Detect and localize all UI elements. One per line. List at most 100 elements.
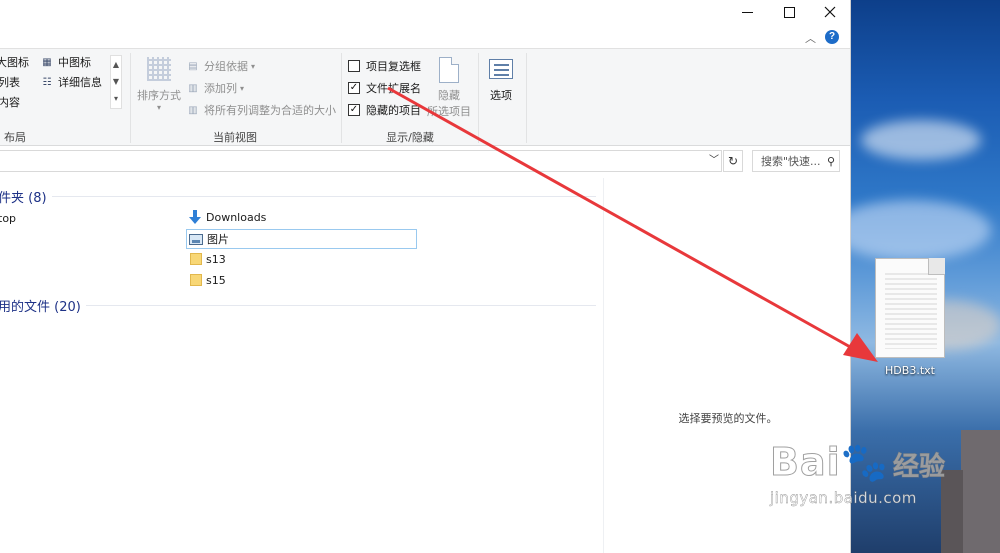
item-checkboxes-label: 项目复选框 xyxy=(366,60,421,73)
baidu-jingyan-watermark: Bai🐾 经验 jingyan.baidu.com xyxy=(770,440,995,550)
options-label: 选项 xyxy=(490,89,512,102)
options-icon xyxy=(489,59,513,79)
group-heading-divider xyxy=(52,196,596,197)
maximize-icon xyxy=(783,6,795,18)
hide-selected-button[interactable]: 隐藏 所选项目 xyxy=(425,57,473,119)
minimize-button[interactable] xyxy=(726,0,768,24)
layout-list-label: 列表 xyxy=(0,76,20,89)
selected-items-label: 所选项目 xyxy=(427,105,471,118)
item-checkboxes-checkbox[interactable] xyxy=(348,60,360,72)
watermark-logo: Bai xyxy=(770,440,841,485)
sort-by-icon xyxy=(147,57,171,81)
size-all-columns-button[interactable]: ▥ 将所有列调整为合适的大小 xyxy=(186,101,336,119)
address-bar[interactable] xyxy=(0,150,722,172)
add-columns-dropdown-icon: ▾ xyxy=(240,83,245,93)
pictures-label: 图片 xyxy=(207,233,229,246)
show-hide-group-label: 显示/隐藏 xyxy=(386,131,434,144)
folder-s15-label: s15 xyxy=(206,273,226,287)
hide-label: 隐藏 xyxy=(438,89,460,102)
add-columns-button[interactable]: ▥ 添加列 ▾ xyxy=(186,79,244,97)
downloads-label: Downloads xyxy=(206,210,267,224)
watermark-logo-tail: 经验 xyxy=(892,452,945,483)
preview-message: 选择要预览的文件。 xyxy=(678,412,778,425)
group-divider xyxy=(341,53,342,143)
folder-icon xyxy=(190,274,202,286)
options-button[interactable]: 选项 xyxy=(484,59,518,103)
size-columns-icon: ▥ xyxy=(188,104,198,116)
sort-by-button[interactable]: 排序方式 ▾ xyxy=(136,57,182,112)
refresh-icon: ↻ xyxy=(727,154,739,168)
pictures-icon xyxy=(189,233,203,245)
close-button[interactable] xyxy=(809,0,850,24)
address-history-chevron-icon[interactable]: ﹀ xyxy=(706,152,722,170)
recent-files-heading[interactable]: 用的文件 (20) xyxy=(0,296,81,315)
layout-list[interactable]: 列表 xyxy=(0,73,20,91)
title-bar xyxy=(0,0,850,26)
layout-gallery-scroll[interactable]: ▲ ▼ ▾ xyxy=(110,55,122,109)
group-heading-divider xyxy=(86,305,596,306)
maximize-button[interactable] xyxy=(768,0,810,24)
search-placeholder: 搜索"快速... xyxy=(761,155,821,168)
folder-item-s13[interactable]: s13 xyxy=(190,249,226,269)
layout-details[interactable]: ☷ 详细信息 xyxy=(40,73,102,91)
file-extensions-toggle[interactable]: ✓ 文件扩展名 xyxy=(348,79,421,97)
group-by-label: 分组依据 xyxy=(204,60,248,73)
layout-content[interactable]: 内容 xyxy=(0,93,20,111)
size-all-columns-label: 将所有列调整为合适的大小 xyxy=(204,104,336,117)
sort-by-label: 排序方式 xyxy=(137,89,181,102)
folder-s13-label: s13 xyxy=(206,252,226,266)
layout-details-label: 详细信息 xyxy=(58,76,102,89)
layout-large-icons[interactable]: 大图标 xyxy=(0,53,29,71)
collapse-ribbon-chevron-icon[interactable]: ︿ xyxy=(805,30,816,46)
group-by-dropdown-icon: ▾ xyxy=(251,61,256,71)
refresh-button[interactable]: ↻ xyxy=(723,150,743,172)
ribbon-help-bar: ︿ ? xyxy=(790,28,850,46)
current-view-group-label: 当前视图 xyxy=(213,131,257,144)
text-file-icon xyxy=(875,258,945,358)
minimize-icon xyxy=(741,11,753,13)
desktop-file-label: HDB3.txt xyxy=(885,364,935,377)
file-extensions-checkbox[interactable]: ✓ xyxy=(348,82,360,94)
hidden-items-checkbox[interactable]: ✓ xyxy=(348,104,360,116)
hidden-items-label: 隐藏的项目 xyxy=(366,104,421,117)
pictures-item[interactable]: 图片 xyxy=(186,229,417,249)
medium-icons-icon: ▦ xyxy=(42,56,52,68)
gallery-expand-icon[interactable]: ▾ xyxy=(111,90,121,107)
group-by-button[interactable]: ▤ 分组依据 ▾ xyxy=(186,57,255,75)
scroll-down-icon[interactable]: ▼ xyxy=(111,73,121,90)
paw-icon: 🐾 xyxy=(840,440,889,485)
list-item[interactable]: top xyxy=(0,208,16,228)
group-divider xyxy=(130,53,131,143)
folder-item-s15[interactable]: s15 xyxy=(190,270,226,290)
layout-content-label: 内容 xyxy=(0,96,20,109)
group-divider xyxy=(526,53,527,143)
add-columns-label: 添加列 xyxy=(204,82,237,95)
layout-medium-icons[interactable]: ▦ 中图标 xyxy=(40,53,91,71)
cloud xyxy=(851,200,991,260)
details-icon: ☷ xyxy=(42,76,52,88)
sort-by-dropdown-icon: ▾ xyxy=(156,103,161,112)
file-explorer-window: ︿ ? 大图标 ▦ 中图标 列表 ☷ 详细信息 内容 ▲ ▼ ▾ 布局 xyxy=(0,0,851,553)
ribbon: 大图标 ▦ 中图标 列表 ☷ 详细信息 内容 ▲ ▼ ▾ 布局 排序方式 ▾ xyxy=(0,48,850,146)
group-by-icon: ▤ xyxy=(188,60,198,72)
layout-large-icons-label: 大图标 xyxy=(0,56,29,69)
layout-group-label: 布局 xyxy=(4,131,26,144)
folder-icon xyxy=(190,253,202,265)
search-icon: ⚲ xyxy=(826,154,835,168)
watermark-url: jingyan.baidu.com xyxy=(770,489,917,507)
close-icon xyxy=(824,6,836,18)
help-icon[interactable]: ? xyxy=(825,30,839,44)
layout-medium-icons-label: 中图标 xyxy=(58,56,91,69)
cloud xyxy=(861,120,981,160)
desktop-file-hdb3[interactable]: HDB3.txt xyxy=(865,258,955,377)
downloads-item[interactable]: Downloads xyxy=(188,207,266,227)
add-columns-icon: ▥ xyxy=(188,82,198,94)
search-box[interactable]: 搜索"快速... ⚲ xyxy=(752,150,840,172)
hide-selected-icon xyxy=(439,57,459,83)
file-extensions-label: 文件扩展名 xyxy=(366,82,421,95)
download-arrow-icon xyxy=(189,210,201,224)
item-checkboxes-toggle[interactable]: 项目复选框 xyxy=(348,57,421,75)
hidden-items-toggle[interactable]: ✓ 隐藏的项目 xyxy=(348,101,421,119)
frequent-folders-heading[interactable]: 件夹 (8) xyxy=(0,187,47,206)
scroll-up-icon[interactable]: ▲ xyxy=(111,56,121,73)
